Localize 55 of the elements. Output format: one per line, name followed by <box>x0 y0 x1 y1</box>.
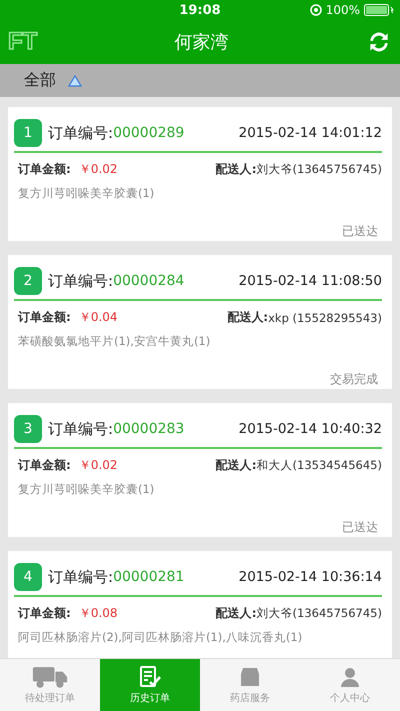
order-number-label: 订单编号: <box>48 272 114 290</box>
order-time: 2015-02-14 11:08:50 <box>238 273 382 289</box>
order-amount: ￥0.08 <box>78 605 118 622</box>
courier-label: 配送人: <box>227 309 268 326</box>
order-status: 已送达 <box>342 519 378 536</box>
amount-label: 订单金额: <box>18 161 71 178</box>
courier-label: 配送人: <box>216 161 257 178</box>
order-items: 复方川芎吲哚美辛胶囊(1) <box>18 482 156 497</box>
order-items: 复方川芎吲哚美辛胶囊(1) <box>18 186 156 201</box>
amount-label: 订单金额: <box>18 309 71 326</box>
person-icon <box>338 665 362 689</box>
order-card[interactable]: 4 订单编号:00000281 2015-02-14 10:36:14 订单金额: ￥0.08 配送人:刘大爷(13645756745) 阿司匹林肠溶片(2),阿司匹林肠溶片(1),八味沉香丸(1) <box>8 551 392 658</box>
order-amount: ￥0.02 <box>78 161 118 178</box>
order-time: 2015-02-14 10:36:14 <box>238 569 382 585</box>
order-number-label: 订单编号: <box>48 420 114 438</box>
amount-label: 订单金额: <box>18 605 71 622</box>
order-number-label: 订单编号: <box>48 568 114 586</box>
order-index-badge: 4 <box>14 563 42 591</box>
order-card[interactable]: 1 订单编号:00000289 2015-02-14 14:01:12 订单金额: ￥0.02 配送人:刘大爷(13645756745) 复方川芎吲哚美辛胶囊(1) 已送达 <box>8 107 392 241</box>
order-number: 00000281 <box>113 569 184 585</box>
order-items: 苯磺酸氨氯地平片(1),安宫牛黄丸(1) <box>18 334 212 349</box>
courier-name: xkp (15528295543) <box>268 310 382 324</box>
order-status: 交易完成 <box>330 371 378 388</box>
courier-label: 配送人: <box>216 605 257 622</box>
document-check-icon <box>138 665 162 689</box>
battery-percent: 100% <box>326 3 360 17</box>
order-amount: ￥0.04 <box>78 309 118 326</box>
status-time: 19:08 <box>179 2 221 18</box>
order-time: 2015-02-14 10:40:32 <box>238 421 382 437</box>
courier-name: 刘大爷(13645756745) <box>256 606 382 621</box>
order-number: 00000289 <box>113 125 184 141</box>
order-index-badge: 1 <box>14 119 42 147</box>
truck-icon <box>32 665 68 689</box>
filter-dropdown[interactable]: 全部 <box>24 70 56 91</box>
order-time: 2015-02-14 14:01:12 <box>238 125 382 141</box>
amount-label: 订单金额: <box>18 457 71 474</box>
triangle-icon[interactable] <box>68 74 82 86</box>
rotation-lock-icon <box>310 4 322 16</box>
order-index-badge: 3 <box>14 415 42 443</box>
order-number-label: 订单编号: <box>48 124 114 142</box>
order-card[interactable]: 2 订单编号:00000284 2015-02-14 11:08:50 订单金额: ￥0.04 配送人:xkp (15528295543) 苯磺酸氨氯地平片(1),安宫牛黄丸(1) 交易完成 <box>8 255 392 389</box>
order-status: 已送达 <box>342 223 378 240</box>
order-amount: ￥0.02 <box>78 457 118 474</box>
courier-label: 配送人: <box>216 457 257 474</box>
order-number: 00000284 <box>113 273 184 289</box>
order-number: 00000283 <box>113 421 184 437</box>
order-items: 阿司匹林肠溶片(2),阿司匹林肠溶片(1),八味沉香丸(1) <box>18 630 304 645</box>
store-icon <box>238 665 262 689</box>
courier-name: 和大人(13534545645) <box>256 458 382 473</box>
battery-icon <box>364 4 394 16</box>
app-logo: FT <box>8 28 38 56</box>
order-card[interactable]: 3 订单编号:00000283 2015-02-14 10:40:32 订单金额: ￥0.02 配送人:和大人(13534545645) 复方川芎吲哚美辛胶囊(1) 已送达 <box>8 403 392 537</box>
page-title: 何家湾 <box>174 31 229 54</box>
order-index-badge: 2 <box>14 267 42 295</box>
courier-name: 刘大爷(13645756745) <box>256 162 382 177</box>
